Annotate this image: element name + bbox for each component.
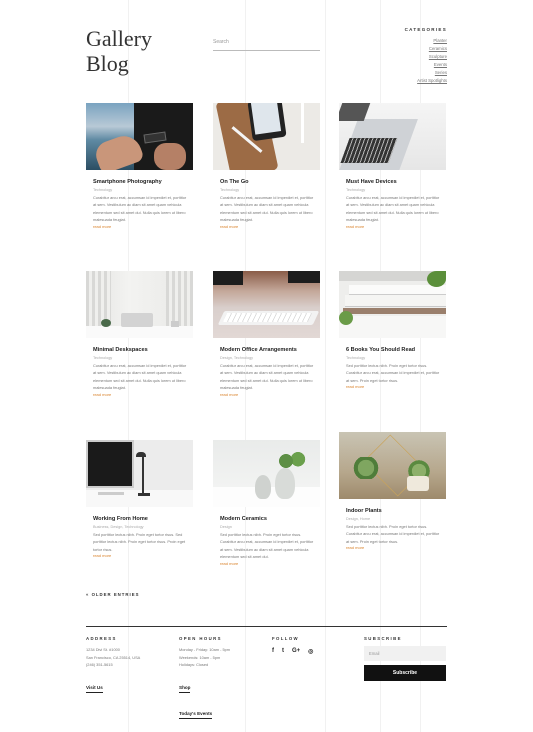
post-card: On The Go Technology Curabitur arcu erat… bbox=[213, 103, 320, 229]
post-image[interactable] bbox=[86, 103, 193, 170]
visit-us-link[interactable]: Visit Us bbox=[86, 685, 103, 693]
todays-events-link[interactable]: Today's Events bbox=[179, 711, 213, 719]
post-excerpt: Curabitur arcu erat, accumsan id imperdi… bbox=[220, 363, 314, 391]
post-card: Must Have Devices Technology Curabitur a… bbox=[339, 103, 446, 229]
category-link[interactable]: Artist Spotlights bbox=[380, 77, 447, 85]
post-meta: Technology bbox=[346, 188, 366, 192]
page-title: Gallery Blog bbox=[86, 26, 152, 76]
subscribe-button[interactable]: Subscribe bbox=[364, 665, 446, 681]
category-link[interactable]: Ceramics bbox=[380, 45, 447, 53]
post-excerpt: Sed porttitor lectus nibh. Proin eget to… bbox=[93, 532, 186, 552]
categories-widget: CATEGORIES Planter Ceramics Sculpture Ev… bbox=[380, 27, 447, 86]
categories-heading: CATEGORIES bbox=[404, 27, 447, 32]
post-title[interactable]: On The Go bbox=[213, 179, 320, 185]
post-image[interactable] bbox=[339, 432, 446, 499]
post-card: Smartphone Photography Technology Curabi… bbox=[86, 103, 193, 229]
read-more-link[interactable]: read more bbox=[213, 392, 320, 397]
post-card: Minimal Deskspaces Technology Curabitur … bbox=[86, 271, 193, 397]
footer-heading: ADDRESS bbox=[86, 636, 117, 641]
older-entries-link[interactable]: « OLDER ENTRIES bbox=[86, 592, 139, 597]
post-meta: Design bbox=[220, 525, 232, 529]
hours-line: Weekends: 10am - 5pm bbox=[179, 654, 221, 660]
post-meta: Design, Technology bbox=[220, 356, 254, 360]
footer-address: ADDRESS 1234 Divi St. #1000 San Francisc… bbox=[86, 636, 171, 694]
read-more-link[interactable]: read more bbox=[339, 384, 446, 389]
read-more-link[interactable]: read more bbox=[339, 224, 446, 229]
post-title[interactable]: 6 Books You Should Read bbox=[339, 347, 446, 353]
footer-follow: FOLLOW f t G+ ◎ bbox=[272, 636, 352, 655]
footer-divider bbox=[86, 626, 447, 627]
post-card: Working From Home Business, Design, Tech… bbox=[86, 440, 193, 558]
email-field[interactable] bbox=[364, 646, 446, 661]
facebook-icon[interactable]: f bbox=[272, 648, 274, 655]
read-more-link[interactable]: read more bbox=[339, 545, 446, 550]
post-meta: Technology bbox=[346, 356, 366, 360]
post-card: Modern Ceramics Design Sed porttitor lec… bbox=[213, 440, 320, 566]
hours-line: Holidays: Closed bbox=[179, 662, 209, 668]
post-title[interactable]: Smartphone Photography bbox=[86, 179, 193, 185]
post-meta: Business, Design, Technology bbox=[93, 525, 144, 529]
post-card: Indoor Plants Design, Home Sed porttitor… bbox=[339, 432, 446, 550]
read-more-link[interactable]: read more bbox=[213, 224, 320, 229]
search-input[interactable] bbox=[213, 34, 320, 51]
post-excerpt: Curabitur arcu erat, accumsan id imperdi… bbox=[346, 195, 440, 223]
post-meta: Technology bbox=[93, 356, 113, 360]
category-link[interactable]: Series bbox=[380, 69, 447, 77]
post-title[interactable]: Indoor Plants bbox=[339, 508, 446, 514]
post-title[interactable]: Working From Home bbox=[86, 516, 193, 522]
post-image[interactable] bbox=[213, 440, 320, 507]
post-meta: Design, Home bbox=[346, 517, 371, 521]
post-title[interactable]: Modern Ceramics bbox=[213, 516, 320, 522]
footer-hours: OPEN HOURS Monday - Friday: 10am - 5pm W… bbox=[179, 636, 264, 720]
footer-heading: SUBSCRIBE bbox=[364, 636, 402, 641]
shop-link[interactable]: Shop bbox=[179, 685, 191, 693]
post-card: Modern Office Arrangements Design, Techn… bbox=[213, 271, 320, 397]
post-excerpt: Curabitur arcu erat, accumsan id imperdi… bbox=[93, 195, 187, 223]
category-link[interactable]: Sculpture bbox=[380, 53, 447, 61]
address-line: San Francisco, CA 25514, USA bbox=[86, 654, 141, 660]
footer-heading: OPEN HOURS bbox=[179, 636, 222, 641]
phone-number: (246) 351-5615 bbox=[86, 662, 113, 668]
post-meta: Technology bbox=[220, 188, 240, 192]
post-card: 6 Books You Should Read Technology Sed p… bbox=[339, 271, 446, 389]
post-excerpt: Sed porttitor lectus nibh. Proin eget to… bbox=[346, 524, 440, 544]
address-line: 1234 Divi St. #1000 bbox=[86, 647, 120, 652]
instagram-icon[interactable]: ◎ bbox=[308, 648, 313, 655]
post-image[interactable] bbox=[213, 271, 320, 338]
guide-line bbox=[325, 0, 326, 732]
read-more-link[interactable]: read more bbox=[86, 392, 193, 397]
post-excerpt: Sed porttitor lectus nibh. Proin eget to… bbox=[220, 532, 314, 560]
post-title[interactable]: Must Have Devices bbox=[339, 179, 446, 185]
post-image[interactable] bbox=[86, 271, 193, 338]
post-title[interactable]: Minimal Deskspaces bbox=[86, 347, 193, 353]
twitter-icon[interactable]: t bbox=[282, 648, 284, 655]
post-image[interactable] bbox=[213, 103, 320, 170]
post-title[interactable]: Modern Office Arrangements bbox=[213, 347, 320, 353]
category-link[interactable]: Planter bbox=[380, 37, 447, 45]
post-excerpt: Sed porttitor lectus nibh. Proin eget to… bbox=[346, 363, 440, 383]
hours-line: Monday - Friday: 10am - 5pm bbox=[179, 647, 231, 652]
post-image[interactable] bbox=[339, 271, 446, 338]
footer-heading: FOLLOW bbox=[272, 636, 300, 641]
post-excerpt: Curabitur arcu erat, accumsan id imperdi… bbox=[93, 363, 187, 391]
google-plus-icon[interactable]: G+ bbox=[292, 648, 300, 655]
post-image[interactable] bbox=[86, 440, 193, 507]
read-more-link[interactable]: read more bbox=[86, 224, 193, 229]
post-excerpt: Curabitur arcu erat, accumsan id imperdi… bbox=[220, 195, 314, 223]
post-meta: Technology bbox=[93, 188, 113, 192]
read-more-link[interactable]: read more bbox=[86, 553, 193, 558]
read-more-link[interactable]: read more bbox=[213, 561, 320, 566]
category-link[interactable]: Events bbox=[380, 61, 447, 69]
post-image[interactable] bbox=[339, 103, 446, 170]
